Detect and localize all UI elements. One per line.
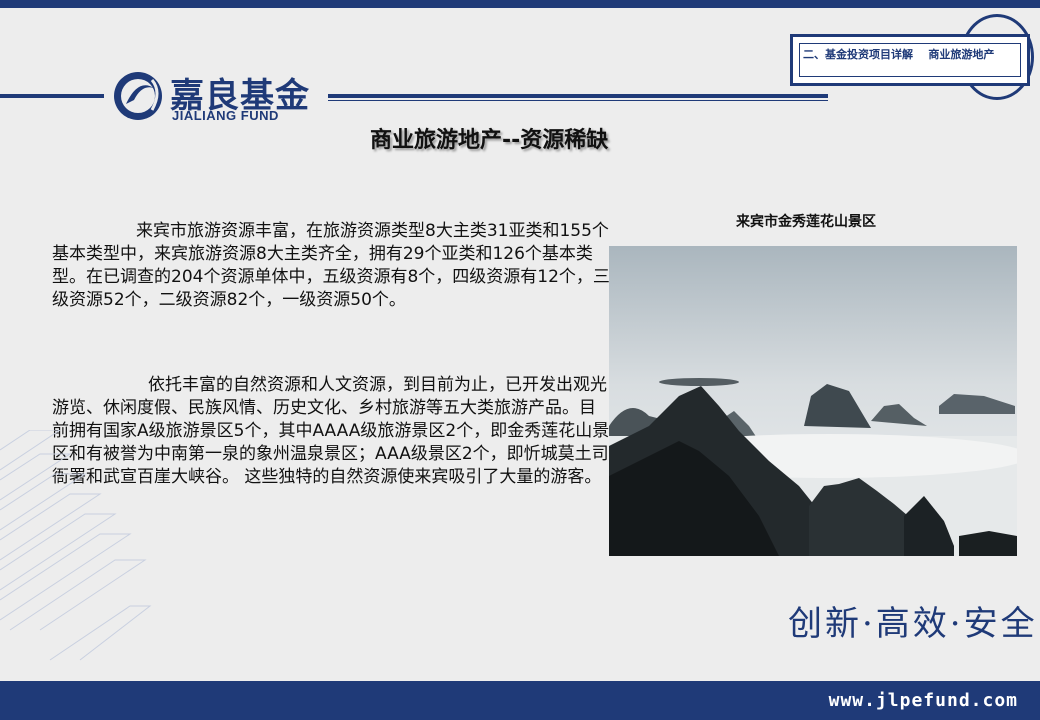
photo-caption: 来宾市金秀莲花山景区 [736,214,876,230]
header-divider-right-thin [328,100,828,101]
scenic-photo [609,246,1017,556]
logo-mark-icon [114,72,162,120]
company-logo: 嘉良基金 JIALIANG FUND [112,66,322,126]
website-url: www.jlpefund.com [828,690,1018,711]
page-title: 商业旅游地产--资源稀缺 [370,128,609,153]
slogan: 创新·高效·安全 [788,604,1038,644]
mountain-sea-of-clouds-image [609,246,1017,556]
decorative-stripes [0,430,152,661]
top-bar [0,0,1040,8]
header-divider-left [0,94,104,98]
section-tag: 二、基金投资项目详解 商业旅游地产 [790,34,1030,86]
body-paragraph-1-text: 来宾市旅游资源丰富，在旅游资源类型8大主类31亚类和155个基本类型中，来宾旅游… [52,221,610,310]
header-divider-right [328,94,828,98]
logo-english-text: JIALIANG FUND [172,108,279,123]
body-paragraph-1: 来宾市旅游资源丰富，在旅游资源类型8大主类31亚类和155个基本类型中，来宾旅游… [52,220,612,312]
section-tag-text: 二、基金投资项目详解 商业旅游地产 [803,48,995,61]
